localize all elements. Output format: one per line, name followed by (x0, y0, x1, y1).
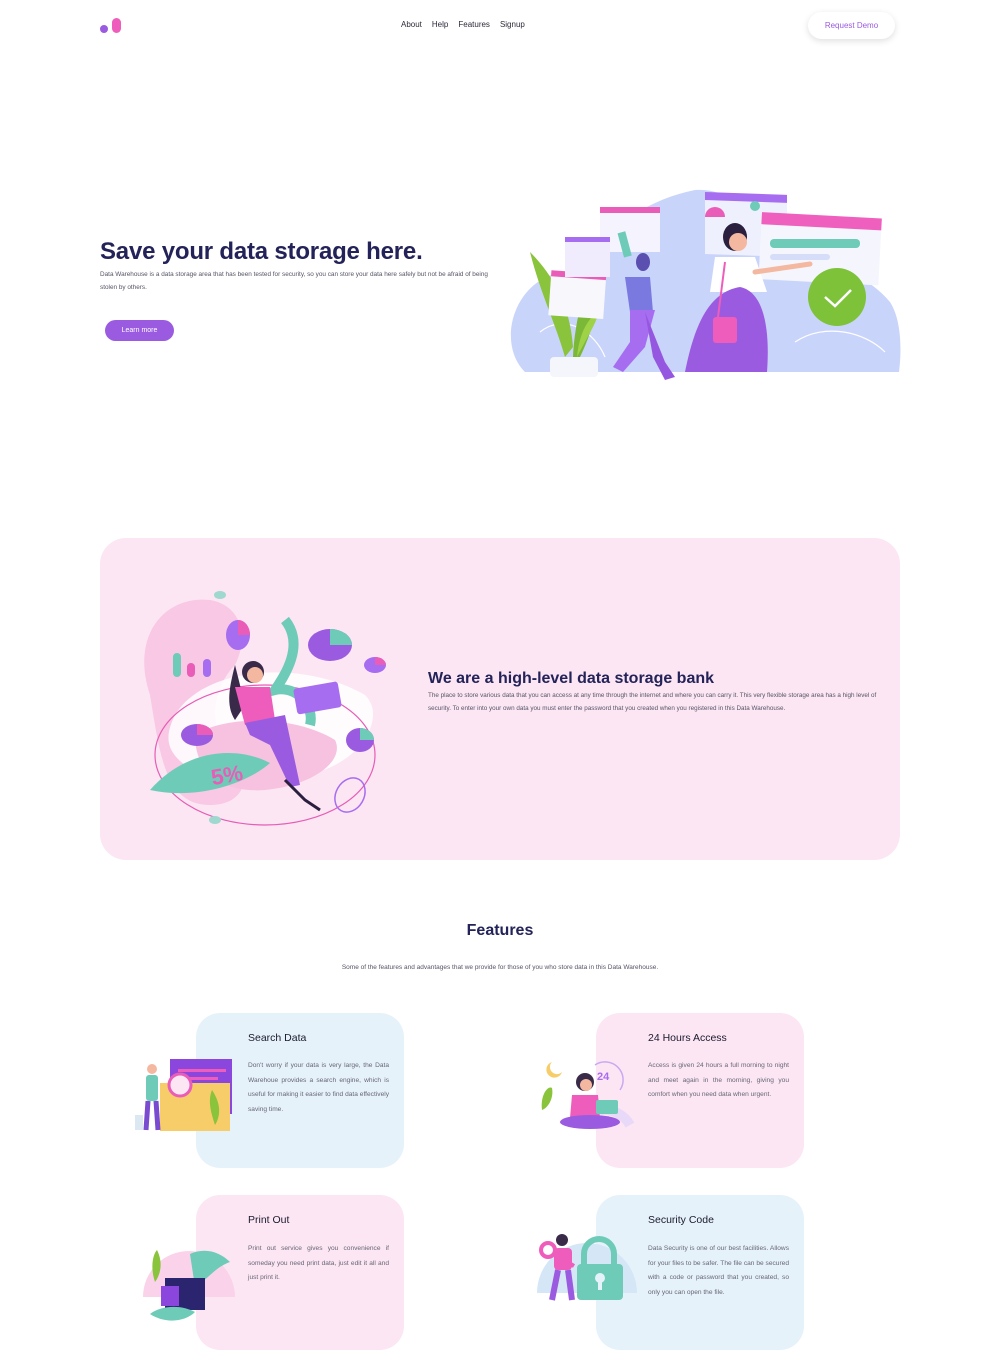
feature-text-search: Don't worry if your data is very large, … (248, 1062, 389, 1113)
logo-dot (100, 25, 108, 33)
feature-text-24h: Access is given 24 hours a full morning … (648, 1062, 789, 1099)
print-out-illustration (143, 1250, 235, 1321)
24-badge: 24 (597, 1071, 610, 1083)
feature-title-print: Print Out (248, 1214, 290, 1226)
nav-signup[interactable]: Signup (500, 20, 525, 29)
security-code-illustration (537, 1234, 637, 1301)
feature-title-search: Search Data (248, 1032, 307, 1044)
hero-title: Save your data storage here. (100, 238, 423, 265)
24-hours-illustration: 24 (541, 1061, 635, 1129)
request-demo-button[interactable]: Request Demo (808, 12, 895, 39)
feature-text-print: Print out service gives you convenience … (248, 1245, 389, 1282)
nav-features[interactable]: Features (458, 20, 490, 29)
main-nav: About Help Features Signup (401, 20, 525, 29)
nav-help[interactable]: Help (432, 20, 448, 29)
storage-bank-illustration: 5% (144, 591, 386, 826)
learn-more-button[interactable]: Learn more (105, 320, 174, 341)
features-subtitle: Some of the features and advantages that… (341, 964, 659, 971)
hero-description: Data Warehouse is a data storage area th… (100, 271, 488, 291)
features-title: Features (466, 922, 534, 939)
bank-title: We are a high-level data storage bank (428, 670, 715, 687)
logo-bar (112, 18, 121, 33)
feature-title-security: Security Code (648, 1214, 714, 1226)
search-data-illustration (135, 1059, 232, 1131)
logo[interactable] (100, 18, 122, 34)
bank-description: The place to store various data that you… (428, 692, 877, 712)
nav-about[interactable]: About (401, 20, 422, 29)
feature-title-24h: 24 Hours Access (648, 1032, 727, 1044)
feature-text-security: Data Security is one of our best facilit… (648, 1245, 789, 1296)
hero-illustration (510, 189, 901, 380)
